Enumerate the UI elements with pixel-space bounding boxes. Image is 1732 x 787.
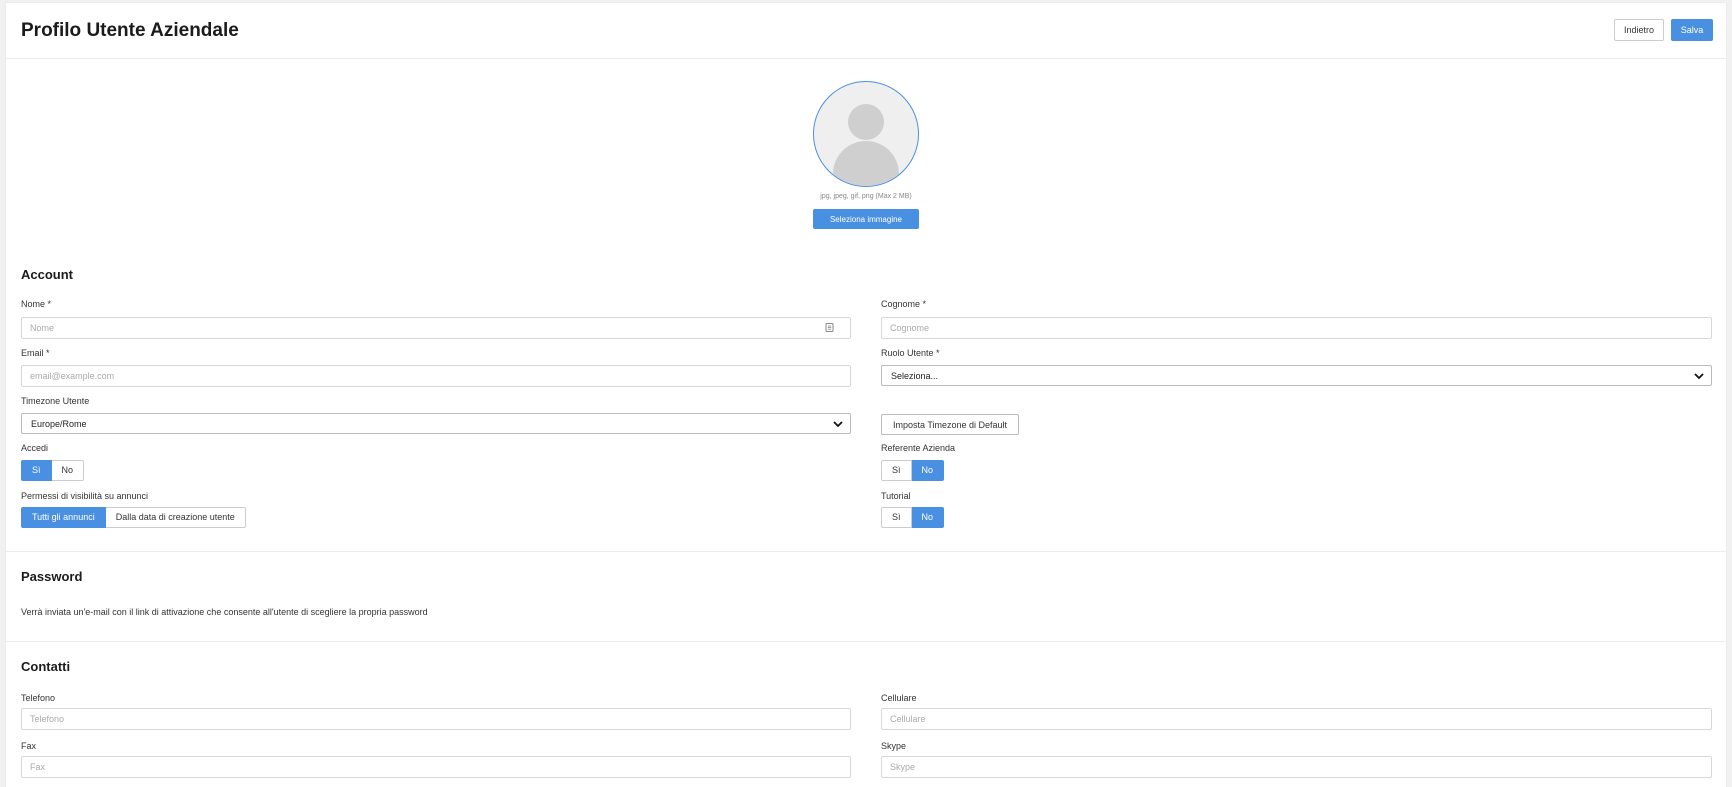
timezone-select[interactable]: Europe/Rome — [21, 413, 851, 434]
telefono-input[interactable] — [21, 708, 851, 730]
default-timezone-button[interactable]: Imposta Timezone di Default — [881, 414, 1019, 435]
timezone-select-value: Europe/Rome — [31, 419, 87, 429]
tutorial-option-no[interactable]: No — [911, 507, 945, 528]
accedi-label: Accedi — [21, 443, 49, 453]
tutorial-toggle: Sì No — [881, 507, 945, 528]
referente-label: Referente Azienda — [881, 443, 956, 453]
referente-option-si[interactable]: Sì — [881, 460, 912, 481]
tutorial-label: Tutorial — [881, 491, 911, 501]
nome-label: Nome * — [21, 299, 52, 309]
password-info-text: Verrà inviata un'e-mail con il link di a… — [21, 607, 428, 617]
section-title-password: Password — [21, 569, 83, 584]
cognome-input[interactable] — [881, 317, 1712, 339]
permessi-label: Permessi di visibilità su annunci — [21, 491, 149, 501]
avatar[interactable] — [813, 81, 919, 187]
avatar-format-hint: jpg, jpeg, gif, png (Max 2 MB) — [820, 193, 912, 200]
tutorial-option-si[interactable]: Sì — [881, 507, 912, 528]
ruolo-select-value: Seleziona... — [891, 371, 939, 381]
fax-label: Fax — [21, 741, 37, 751]
save-button[interactable]: Salva — [1671, 19, 1713, 41]
fax-input[interactable] — [21, 756, 851, 778]
referente-option-no[interactable]: No — [911, 460, 945, 481]
chevron-down-icon — [832, 418, 844, 430]
email-input[interactable] — [21, 365, 851, 387]
page-container: Profilo Utente Aziendale Indietro Salva … — [5, 2, 1728, 787]
skype-label: Skype — [881, 741, 907, 751]
email-label: Email * — [21, 348, 50, 358]
permessi-option-tutti[interactable]: Tutti gli annunci — [21, 507, 106, 528]
chevron-down-icon — [1693, 370, 1705, 382]
contact-card-icon[interactable] — [825, 323, 834, 332]
avatar-placeholder-body — [833, 141, 899, 186]
ruolo-label: Ruolo Utente * — [881, 348, 940, 358]
section-divider — [6, 551, 1728, 552]
cognome-label: Cognome * — [881, 299, 927, 309]
accedi-toggle: Sì No — [21, 460, 85, 481]
telefono-label: Telefono — [21, 693, 56, 703]
page-header: Profilo Utente Aziendale Indietro Salva — [6, 3, 1726, 59]
permessi-toggle: Tutti gli annunci Dalla data di creazion… — [21, 507, 246, 528]
timezone-label: Timezone Utente — [21, 396, 90, 406]
section-title-contatti: Contatti — [21, 659, 71, 674]
avatar-placeholder-head — [848, 104, 884, 140]
section-title-account: Account — [21, 267, 73, 282]
accedi-option-no[interactable]: No — [51, 460, 85, 481]
skype-input[interactable] — [881, 756, 1712, 778]
section-divider — [6, 641, 1728, 642]
back-button[interactable]: Indietro — [1614, 19, 1664, 41]
permessi-option-dalla-data[interactable]: Dalla data di creazione utente — [105, 507, 246, 528]
cellulare-label: Cellulare — [881, 693, 917, 703]
ruolo-select[interactable]: Seleziona... — [881, 365, 1712, 386]
accedi-option-si[interactable]: Sì — [21, 460, 52, 481]
cellulare-input[interactable] — [881, 708, 1712, 730]
select-image-button[interactable]: Seleziona immagine — [813, 209, 919, 229]
page-title: Profilo Utente Aziendale — [21, 20, 239, 41]
nome-input[interactable] — [21, 317, 851, 339]
referente-toggle: Sì No — [881, 460, 945, 481]
